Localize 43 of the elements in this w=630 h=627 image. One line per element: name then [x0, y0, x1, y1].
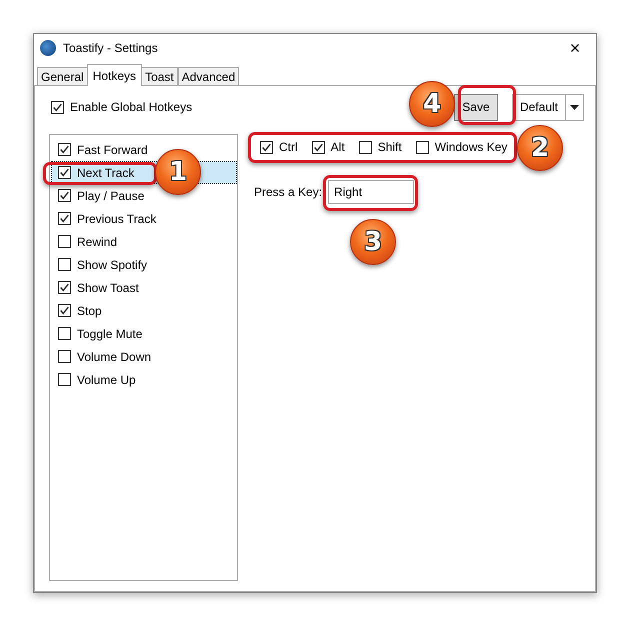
- field-label: Press a Key:: [254, 185, 322, 199]
- hotkey-item[interactable]: Show Toast: [51, 276, 237, 299]
- checkbox-label: Enable Global Hotkeys: [70, 100, 192, 114]
- key-input-field[interactable]: Right: [328, 180, 414, 204]
- default-button[interactable]: Default: [512, 94, 566, 120]
- checkbox[interactable]: [58, 373, 71, 386]
- checkbox-label: Shift: [378, 140, 402, 154]
- tab[interactable]: Advanced: [178, 67, 240, 86]
- checkbox[interactable]: [58, 189, 71, 202]
- checkbox[interactable]: [58, 258, 71, 271]
- window-title: Toastify - Settings: [63, 41, 159, 55]
- app-logo-icon: [40, 40, 56, 56]
- tab[interactable]: General: [37, 67, 88, 86]
- checkbox[interactable]: [58, 166, 71, 179]
- caret-icon: [570, 104, 579, 110]
- hotkey-item[interactable]: Toggle Mute: [51, 322, 237, 345]
- checkbox[interactable]: [312, 140, 325, 154]
- checkbox[interactable]: [58, 212, 71, 225]
- hotkey-item[interactable]: Rewind: [51, 230, 237, 253]
- hotkey-item[interactable]: Show Spotify: [51, 253, 237, 276]
- close-button[interactable]: ×: [560, 38, 590, 58]
- tab[interactable]: Hotkeys: [86, 64, 142, 86]
- checkbox[interactable]: [58, 350, 71, 363]
- hotkey-item[interactable]: Stop: [51, 299, 237, 322]
- checkbox[interactable]: [416, 140, 429, 154]
- hotkey-item[interactable]: Volume Down: [51, 345, 237, 368]
- checkbox-label: Alt: [330, 140, 345, 154]
- checkbox[interactable]: [58, 235, 71, 248]
- checkbox[interactable]: [58, 327, 71, 340]
- checkbox[interactable]: [58, 281, 71, 294]
- checkbox[interactable]: [58, 304, 71, 317]
- save-button[interactable]: Save: [454, 94, 498, 120]
- highlight-frame: [458, 85, 516, 125]
- checkbox[interactable]: [358, 140, 372, 154]
- tab[interactable]: Toast: [141, 67, 178, 86]
- hotkey-item[interactable]: Previous Track: [51, 207, 237, 230]
- checkbox[interactable]: [51, 100, 64, 114]
- checkbox[interactable]: [58, 143, 71, 156]
- checkbox-label: Ctrl: [279, 140, 298, 154]
- dropdown-button[interactable]: [566, 94, 584, 120]
- checkbox[interactable]: [260, 140, 273, 154]
- checkbox-label: Windows Key: [434, 140, 508, 154]
- hotkey-item[interactable]: Volume Up: [51, 368, 237, 391]
